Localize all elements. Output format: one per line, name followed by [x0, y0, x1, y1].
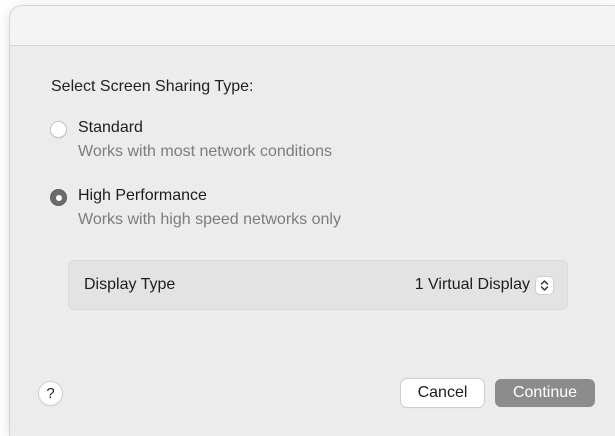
dialog-heading: Select Screen Sharing Type: — [51, 78, 254, 95]
option-high-performance-description: Works with high speed networks only — [78, 211, 341, 228]
title-bar — [10, 6, 615, 46]
radio-high-performance[interactable] — [50, 189, 67, 206]
display-type-select[interactable]: 1 Virtual Display — [415, 274, 553, 296]
display-type-label: Display Type — [84, 276, 176, 293]
option-standard-description: Works with most network conditions — [78, 143, 333, 160]
screen-sharing-dialog: Select Screen Sharing Type: Standard Wor… — [10, 6, 615, 436]
radio-standard[interactable] — [50, 121, 67, 138]
continue-button[interactable]: Continue — [495, 379, 595, 407]
option-standard[interactable]: Standard Works with most network conditi… — [50, 118, 490, 168]
option-high-performance[interactable]: High Performance Works with high speed n… — [50, 186, 490, 236]
option-standard-label: Standard — [78, 119, 143, 136]
display-type-value: 1 Virtual Display — [414, 276, 530, 293]
stepper-chevron-icon — [536, 276, 553, 294]
display-type-panel: Display Type 1 Virtual Display — [68, 260, 568, 310]
option-high-performance-label: High Performance — [78, 187, 207, 204]
help-button[interactable]: ? — [39, 382, 62, 405]
cancel-button[interactable]: Cancel — [401, 379, 484, 407]
